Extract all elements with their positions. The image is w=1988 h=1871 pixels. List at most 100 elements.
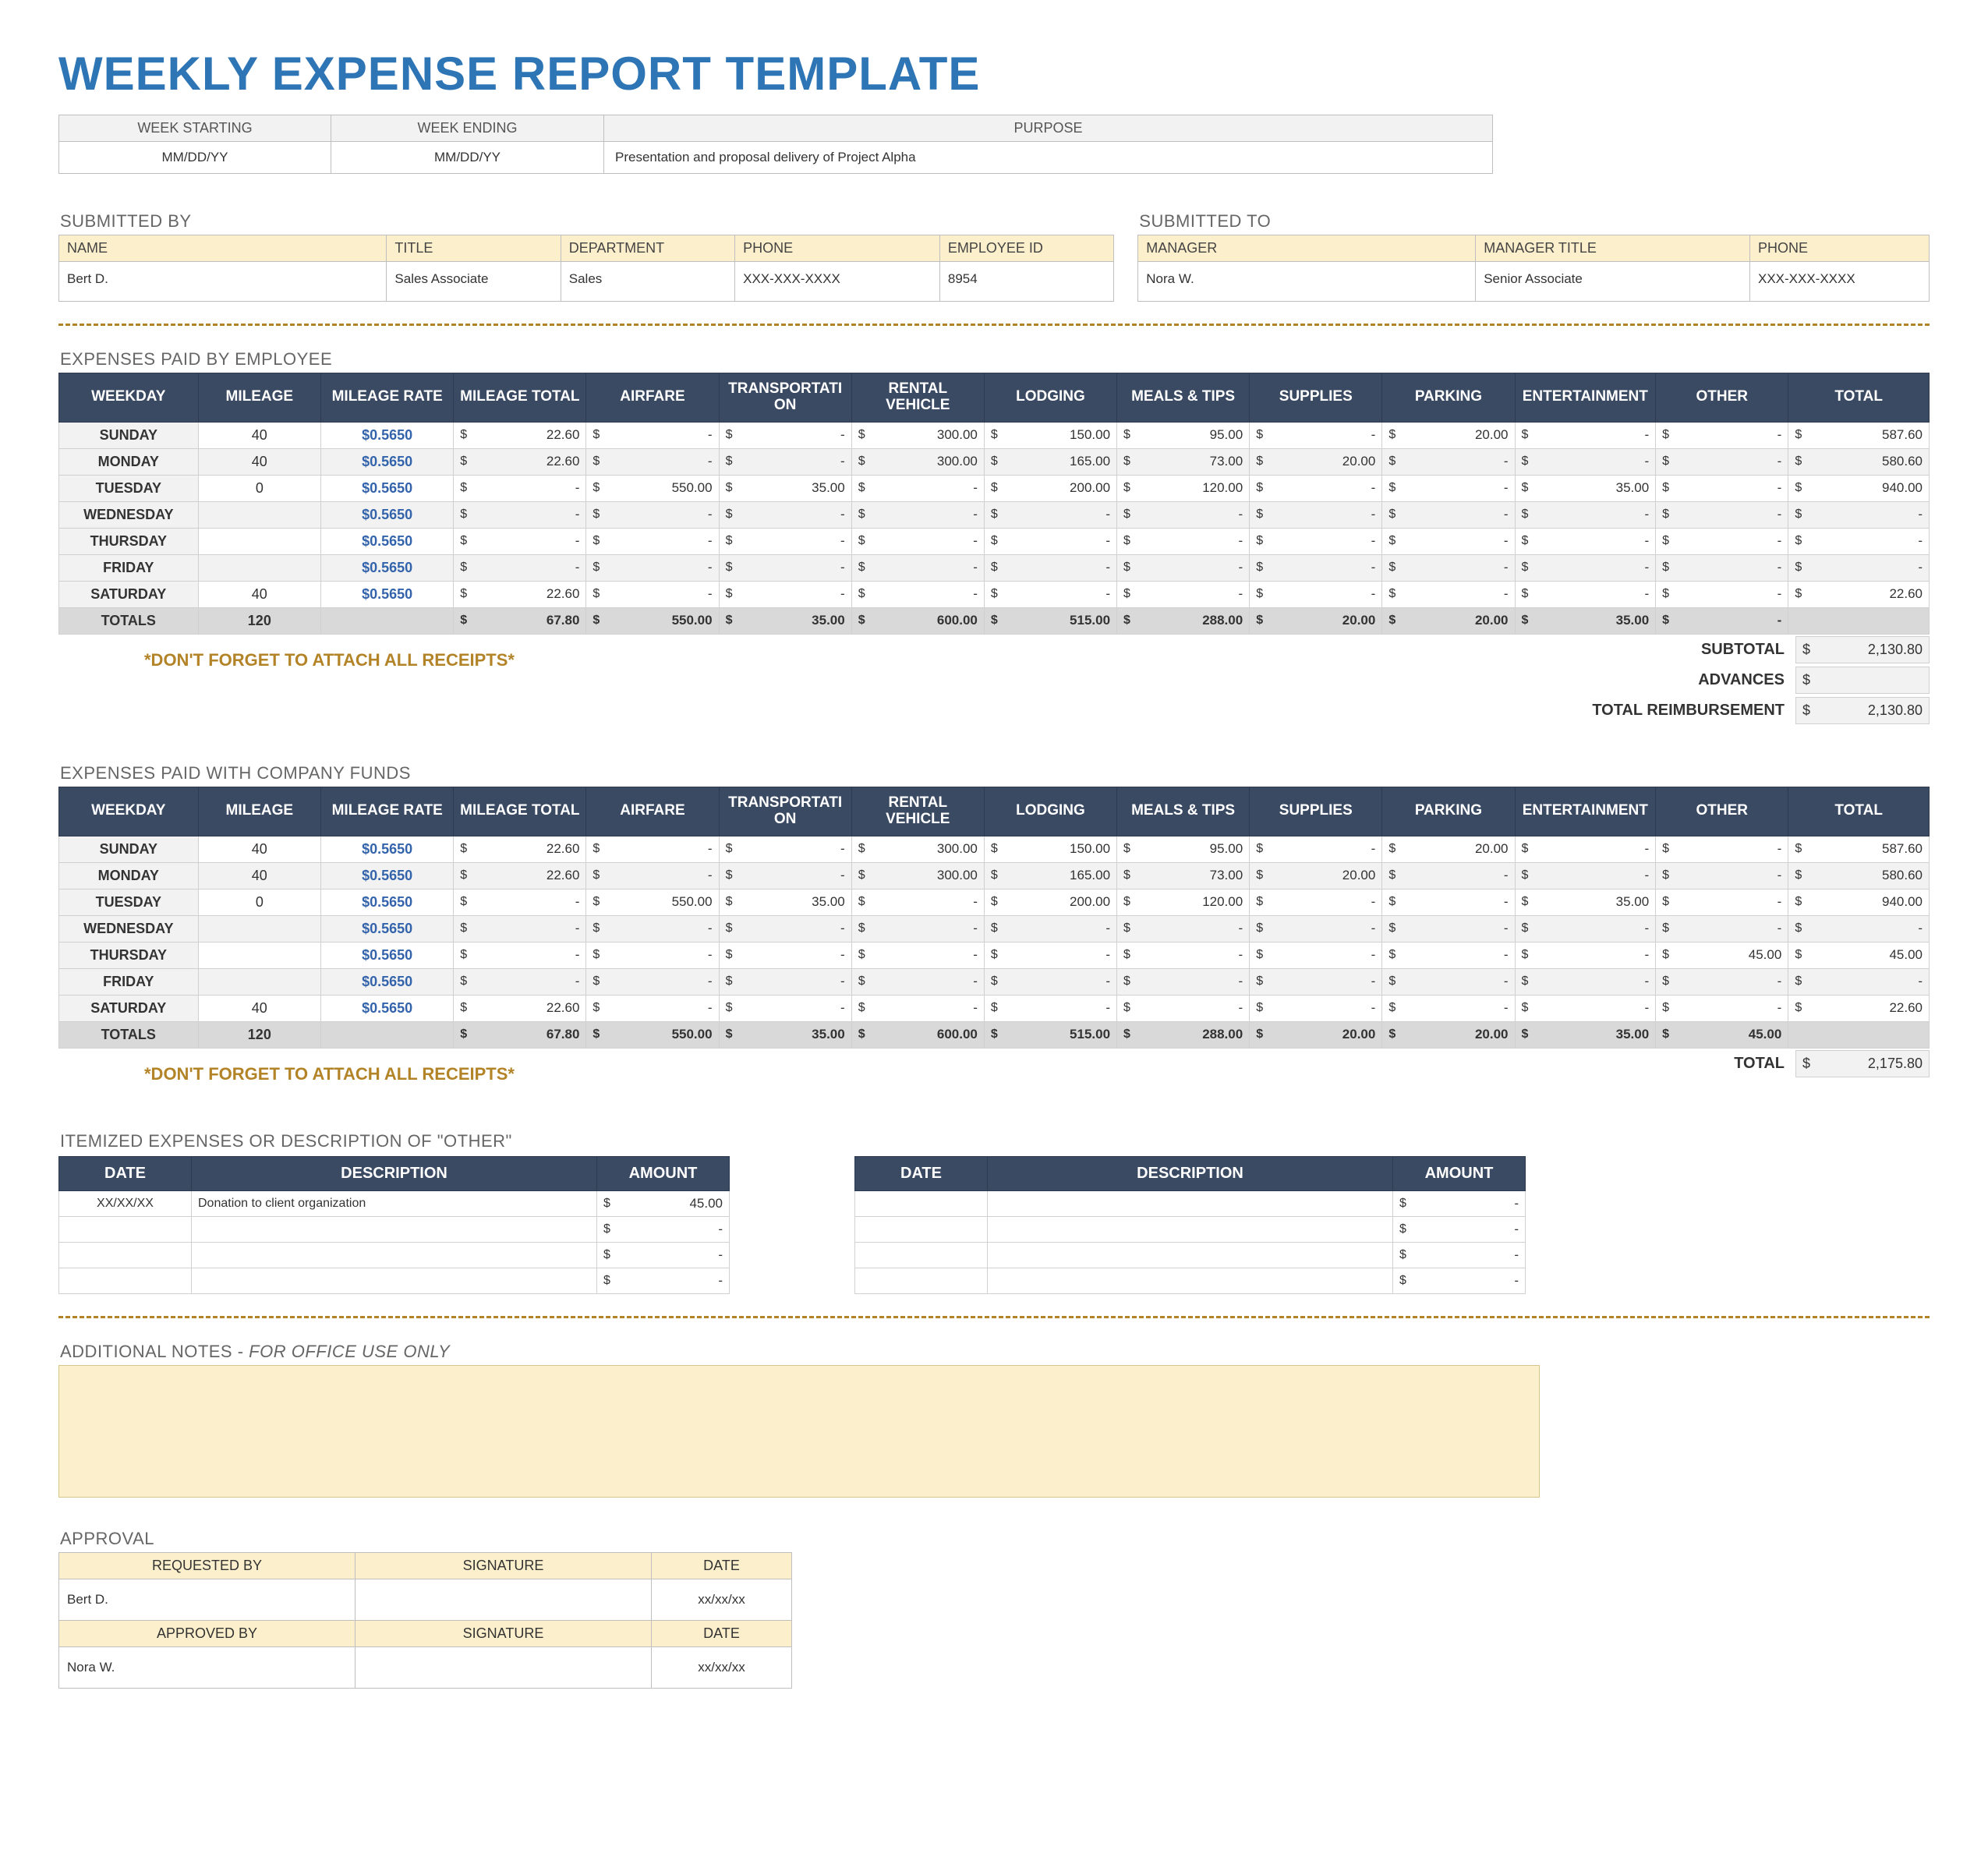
exp-cell[interactable]: $- [1515, 501, 1656, 528]
item-desc[interactable] [192, 1268, 597, 1293]
exp-cell[interactable]: $- [1117, 554, 1250, 581]
exp-cell[interactable]: $- [851, 554, 984, 581]
exp-cell[interactable]: $- [984, 968, 1116, 995]
item-amount[interactable]: $- [597, 1216, 730, 1242]
exp-cell[interactable]: $22.60 [1788, 581, 1930, 607]
exp-cell[interactable]: 40 [198, 581, 321, 607]
exp-cell[interactable]: $- [586, 968, 719, 995]
exp-cell[interactable]: $35.00 [719, 889, 851, 915]
exp-cell[interactable]: $35.00 [1515, 889, 1656, 915]
exp-cell[interactable]: $20.00 [1382, 422, 1515, 448]
item-amount[interactable]: $- [1393, 1268, 1526, 1293]
exp-cell[interactable]: 40 [198, 836, 321, 862]
exp-cell[interactable]: $22.60 [454, 422, 586, 448]
exp-cell[interactable]: $- [1656, 448, 1788, 475]
header-col-value[interactable]: Presentation and proposal delivery of Pr… [604, 142, 1493, 174]
exp-cell[interactable]: $- [719, 836, 851, 862]
exp-cell[interactable]: $- [1117, 942, 1250, 968]
exp-cell[interactable]: $- [1515, 581, 1656, 607]
exp-cell[interactable]: $- [1656, 528, 1788, 554]
exp-cell[interactable]: $- [586, 995, 719, 1021]
exp-cell[interactable]: $- [1382, 528, 1515, 554]
exp-cell[interactable]: $- [586, 862, 719, 889]
exp-cell[interactable]: $- [1515, 942, 1656, 968]
item-date[interactable] [59, 1216, 192, 1242]
exp-cell[interactable]: $- [586, 554, 719, 581]
exp-cell[interactable]: $940.00 [1788, 889, 1930, 915]
exp-cell[interactable]: $300.00 [851, 836, 984, 862]
exp-cell[interactable]: $- [586, 942, 719, 968]
exp-cell[interactable]: $- [719, 554, 851, 581]
exp-cell[interactable]: $- [1250, 968, 1382, 995]
exp-cell[interactable]: $- [1515, 554, 1656, 581]
exp-cell[interactable]: $- [1250, 889, 1382, 915]
exp-cell[interactable]: $- [719, 915, 851, 942]
subm-value[interactable]: Senior Associate [1476, 262, 1750, 302]
exp-cell[interactable]: $550.00 [586, 889, 719, 915]
exp-cell[interactable]: $- [1656, 915, 1788, 942]
exp-cell[interactable]: $- [454, 501, 586, 528]
appr-name[interactable]: Bert D. [59, 1579, 356, 1620]
exp-cell[interactable]: $- [1788, 501, 1930, 528]
exp-cell[interactable] [198, 528, 321, 554]
exp-cell[interactable]: $- [1250, 995, 1382, 1021]
item-amount[interactable]: $45.00 [597, 1190, 730, 1216]
exp-cell[interactable]: $- [1382, 554, 1515, 581]
exp-cell[interactable]: $- [851, 942, 984, 968]
exp-cell[interactable]: $165.00 [984, 862, 1116, 889]
exp-cell[interactable]: $- [851, 475, 984, 501]
exp-cell[interactable]: $200.00 [984, 475, 1116, 501]
exp-cell[interactable]: $22.60 [454, 836, 586, 862]
item-date[interactable] [855, 1268, 988, 1293]
exp-cell[interactable] [198, 915, 321, 942]
exp-cell[interactable]: $200.00 [984, 889, 1116, 915]
exp-cell[interactable]: $35.00 [719, 475, 851, 501]
exp-cell[interactable]: $- [1250, 501, 1382, 528]
exp-cell[interactable]: $- [1250, 581, 1382, 607]
exp-cell[interactable]: $20.00 [1382, 836, 1515, 862]
exp-cell[interactable]: $- [719, 501, 851, 528]
exp-cell[interactable]: $22.60 [454, 448, 586, 475]
exp-cell[interactable]: $- [719, 422, 851, 448]
exp-cell[interactable]: $- [454, 528, 586, 554]
exp-cell[interactable]: $- [984, 942, 1116, 968]
exp-cell[interactable]: $- [586, 501, 719, 528]
exp-cell[interactable]: $- [1382, 968, 1515, 995]
item-amount[interactable]: $- [1393, 1242, 1526, 1268]
exp-cell[interactable]: $- [586, 528, 719, 554]
exp-cell[interactable]: $300.00 [851, 422, 984, 448]
exp-cell[interactable]: $- [1515, 995, 1656, 1021]
exp-cell[interactable]: $300.00 [851, 448, 984, 475]
exp-cell[interactable]: $- [454, 942, 586, 968]
item-amount[interactable]: $- [597, 1242, 730, 1268]
item-date[interactable] [59, 1242, 192, 1268]
exp-cell[interactable]: $- [1656, 889, 1788, 915]
exp-cell[interactable]: $- [1515, 448, 1656, 475]
exp-cell[interactable]: $- [1250, 554, 1382, 581]
exp-cell[interactable]: $45.00 [1656, 942, 1788, 968]
exp-cell[interactable]: $- [586, 422, 719, 448]
exp-cell[interactable]: $- [1656, 862, 1788, 889]
item-amount[interactable]: $- [1393, 1216, 1526, 1242]
exp-cell[interactable]: $940.00 [1788, 475, 1930, 501]
exp-cell[interactable]: $- [1117, 528, 1250, 554]
exp-cell[interactable]: $- [586, 915, 719, 942]
appr-name[interactable]: Nora W. [59, 1646, 356, 1688]
exp-cell[interactable]: $- [719, 528, 851, 554]
exp-cell[interactable]: $- [1250, 942, 1382, 968]
item-amount[interactable]: $- [1393, 1190, 1526, 1216]
item-desc[interactable] [988, 1268, 1393, 1293]
exp-cell[interactable]: $580.60 [1788, 448, 1930, 475]
exp-cell[interactable]: $- [1382, 942, 1515, 968]
exp-cell[interactable]: $35.00 [1515, 475, 1656, 501]
exp-cell[interactable]: $- [1515, 862, 1656, 889]
exp-cell[interactable]: $- [719, 448, 851, 475]
item-date[interactable] [855, 1216, 988, 1242]
exp-cell[interactable]: $- [454, 475, 586, 501]
exp-cell[interactable]: $- [851, 581, 984, 607]
subm-value[interactable]: Bert D. [59, 262, 387, 302]
exp-cell[interactable]: $- [719, 581, 851, 607]
exp-cell[interactable]: $- [851, 889, 984, 915]
exp-cell[interactable]: $- [454, 968, 586, 995]
item-desc[interactable] [192, 1216, 597, 1242]
